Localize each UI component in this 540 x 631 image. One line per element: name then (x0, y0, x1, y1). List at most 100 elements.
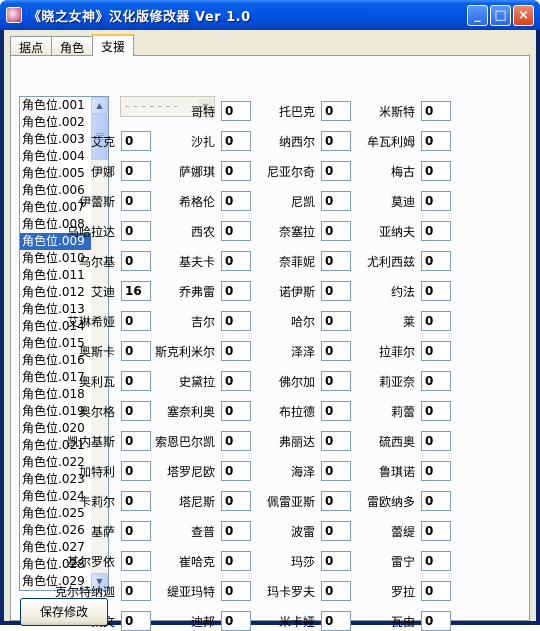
support-label: 伊娜 (90, 164, 115, 179)
save-button[interactable]: 保存修改 (20, 598, 108, 626)
support-value-input[interactable]: 0 (421, 401, 451, 421)
app-window: 《晓之女神》汉化版修改器 Ver 1.0 _ □ × 据点 角色 支援 角色位.… (0, 0, 540, 631)
support-label: 基尔罗依 (66, 554, 115, 569)
support-label: 奥斯卡 (78, 344, 115, 359)
support-value-input[interactable]: 0 (421, 221, 451, 241)
support-label: 沙扎 (190, 134, 215, 149)
tab-base[interactable]: 据点 (10, 36, 53, 56)
support-field: 梅古 0 (331, 161, 451, 181)
support-value-input[interactable]: 0 (421, 611, 451, 631)
support-field: 罗拉 0 (331, 581, 451, 601)
title-bar[interactable]: 《晓之女神》汉化版修改器 Ver 1.0 _ □ × (0, 0, 540, 30)
support-label: 尤利西兹 (366, 254, 415, 269)
support-label: 弗丽达 (278, 434, 315, 449)
support-label: 艾迪 (90, 284, 115, 299)
support-label: 瓦由 (390, 614, 415, 629)
support-label: 塔罗尼欧 (166, 464, 215, 479)
list-item[interactable]: 角色位.002 (20, 114, 91, 131)
support-field: 米斯特 0 (331, 101, 451, 121)
support-label: 塔尼斯 (178, 494, 215, 509)
support-label: 希格伦 (178, 194, 215, 209)
tab-character[interactable]: 角色 (51, 36, 94, 56)
support-label: 查普 (190, 524, 215, 539)
tab-support[interactable]: 支援 (92, 34, 135, 56)
support-label: 奈菲妮 (278, 254, 315, 269)
support-field: 鲁琪诺 0 (331, 461, 451, 481)
support-field: 莱0 (331, 311, 451, 331)
support-label: 鲁琪诺 (378, 464, 415, 479)
support-label: 托巴克 (278, 104, 315, 119)
support-value-input[interactable]: 0 (421, 101, 451, 121)
support-value-input[interactable]: 0 (421, 161, 451, 181)
support-value-input[interactable]: 0 (421, 281, 451, 301)
support-value-input[interactable]: 0 (421, 461, 451, 481)
support-value-input[interactable]: 0 (421, 371, 451, 391)
support-label: 缇亚玛特 (166, 584, 215, 599)
support-field: 亚纳夫 0 (331, 221, 451, 241)
support-label: 哈尔 (290, 314, 315, 329)
support-value-input[interactable]: 0 (421, 341, 451, 361)
support-label: 艾琳希娅 (66, 314, 115, 329)
support-label: 基萨 (90, 524, 115, 539)
support-label: 艾克 (90, 134, 115, 149)
support-label: 基夫卡 (178, 254, 215, 269)
support-field: 牟瓦利姆 0 (331, 131, 451, 151)
support-field: 雷宁 0 (331, 551, 451, 571)
support-label: 亚纳夫 (378, 224, 415, 239)
support-label: 米卡娅 (278, 614, 315, 629)
app-icon (6, 7, 22, 23)
tab-strip: 据点 角色 支援 (10, 34, 135, 56)
support-label: 佩雷亚斯 (266, 494, 315, 509)
close-button[interactable]: × (513, 5, 534, 26)
support-value-input[interactable]: 0 (421, 551, 451, 571)
support-value-input[interactable]: 0 (421, 131, 451, 151)
support-value-input[interactable]: 0 (421, 491, 451, 511)
support-label: 波雷 (290, 524, 315, 539)
support-label: 诺伊斯 (278, 284, 315, 299)
support-label: 莫迪 (390, 194, 415, 209)
support-label: 蕾缇 (390, 524, 415, 539)
support-label: 梅古 (390, 164, 415, 179)
support-field: 约法 0 (331, 281, 451, 301)
support-label: 克尔特纳迦 (54, 584, 115, 599)
support-value-input[interactable]: 0 (421, 431, 451, 451)
support-value-input[interactable]: 0 (421, 521, 451, 541)
support-field: 硫西奥 0 (331, 431, 451, 451)
support-value-input[interactable]: 0 (421, 311, 451, 331)
support-label: 拉菲尔 (378, 344, 415, 359)
support-label: 硫西奥 (378, 434, 415, 449)
support-field: 莉蕾 0 (331, 401, 451, 421)
support-label: 乌尔基 (78, 254, 115, 269)
support-label: 雷欧纳多 (366, 494, 415, 509)
scroll-up-arrow-icon[interactable]: ▲ (91, 97, 108, 114)
support-label: 塞奈利奥 (166, 404, 215, 419)
support-label: 泽泽 (290, 344, 315, 359)
client-area: 据点 角色 支援 角色位.001 角色位.002 角色位.003 角色位.004 角色位… (4, 30, 536, 631)
support-label: 海泽 (290, 464, 315, 479)
maximize-button[interactable]: □ (490, 5, 511, 26)
support-field: 拉菲尔 0 (331, 341, 451, 361)
support-label: 迪邦 (190, 614, 215, 629)
support-label: 乔弗雷 (178, 284, 215, 299)
support-label: 加特利 (78, 464, 115, 479)
support-label: 约法 (390, 284, 415, 299)
support-label: 佛尔加 (278, 374, 315, 389)
window-controls: _ □ × (467, 5, 534, 26)
support-field: 瓦由 0 (331, 611, 451, 631)
support-field: 莫迪 0 (331, 191, 451, 211)
support-label: 牟瓦利姆 (366, 134, 415, 149)
minimize-button[interactable]: _ (467, 5, 488, 26)
support-value-input[interactable]: 0 (421, 581, 451, 601)
support-label: 崔哈克 (178, 554, 215, 569)
support-label: 哥特 (190, 104, 215, 119)
support-label: 萨娜琪 (178, 164, 215, 179)
support-label: 史黛拉 (178, 374, 215, 389)
support-label: 布拉德 (278, 404, 315, 419)
support-field: 莉亚奈 0 (331, 371, 451, 391)
support-value-input[interactable]: 0 (421, 251, 451, 271)
support-label: 尼亚尔奇 (266, 164, 315, 179)
support-panel: 角色位.001 角色位.002 角色位.003 角色位.004 角色位.005 角色位.0… (10, 55, 530, 631)
support-field: 雷欧纳多 0 (331, 491, 451, 511)
support-value-input[interactable]: 0 (421, 191, 451, 211)
list-item[interactable]: 角色位.001 (20, 97, 91, 114)
